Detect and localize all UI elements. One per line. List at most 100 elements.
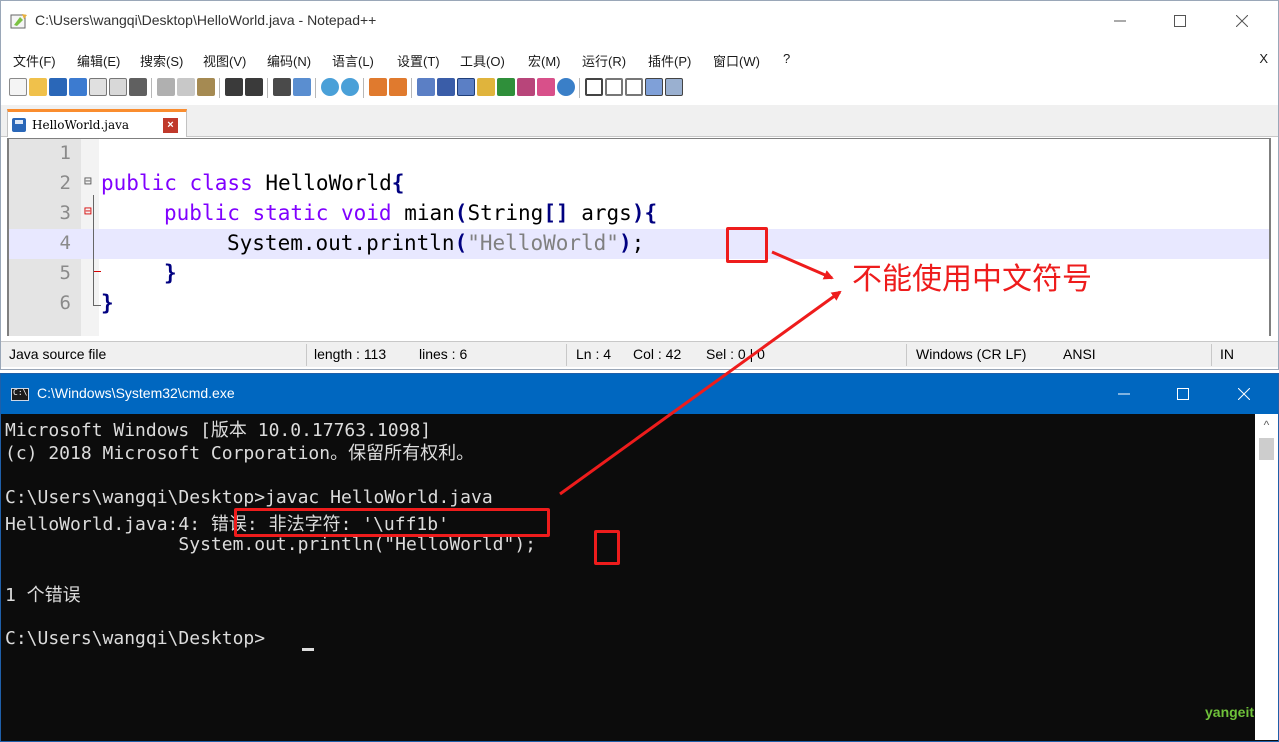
replace-icon[interactable] xyxy=(293,78,311,96)
record-macro-icon[interactable] xyxy=(585,78,603,96)
open-file-icon[interactable] xyxy=(29,78,47,96)
stop-macro-icon[interactable] xyxy=(605,78,623,96)
tab-helloworld-java[interactable]: HelloWorld.java × xyxy=(7,109,187,137)
save-macro-icon[interactable] xyxy=(665,78,683,96)
cmd-close-button[interactable] xyxy=(1215,374,1273,414)
chinese-semicolon: ; xyxy=(631,231,645,255)
toolbar-separator xyxy=(363,78,364,98)
menu-tools[interactable]: 工具(O) xyxy=(460,51,505,70)
line-number: 1 xyxy=(59,142,71,164)
menu-search[interactable]: 搜索(S) xyxy=(140,51,183,70)
sync-horizontal-icon[interactable] xyxy=(389,78,407,96)
play-macro-icon[interactable] xyxy=(625,78,643,96)
copy-icon[interactable] xyxy=(177,78,195,96)
operator: ){ xyxy=(631,201,658,225)
indent-guide-icon[interactable] xyxy=(457,78,475,96)
word-wrap-icon[interactable] xyxy=(417,78,435,96)
monitoring-icon[interactable] xyxy=(557,78,575,96)
notepadpp-titlebar[interactable]: C:\Users\wangqi\Desktop\HelloWorld.java … xyxy=(1,1,1278,41)
cmd-titlebar[interactable]: C:\Windows\System32\cmd.exe xyxy=(1,374,1278,414)
sync-vertical-icon[interactable] xyxy=(369,78,387,96)
code-text: public static void mian(String[] args){ xyxy=(164,201,657,225)
minimize-icon xyxy=(1114,20,1126,22)
status-divider xyxy=(906,344,907,366)
run-macro-multiple-icon[interactable] xyxy=(645,78,663,96)
keyword: public static void xyxy=(164,201,392,225)
status-divider xyxy=(1211,344,1212,366)
close-button[interactable] xyxy=(1213,1,1271,41)
zoom-out-icon[interactable] xyxy=(341,78,359,96)
function-list-icon[interactable] xyxy=(517,78,535,96)
menu-window[interactable]: 窗口(W) xyxy=(713,51,760,70)
console-line: (c) 2018 Microsoft Corporation。保留所有权利。 xyxy=(5,443,475,464)
fold-region-outer-end xyxy=(93,305,101,306)
fold-region-outer-line xyxy=(93,195,94,305)
cmd-minimize-button[interactable] xyxy=(1095,374,1153,414)
scroll-up-arrow-icon[interactable]: ^ xyxy=(1255,414,1278,436)
console-scrollbar[interactable]: ^ xyxy=(1255,414,1278,740)
status-eol: Windows (CR LF) xyxy=(916,346,1027,362)
line-number: 3 xyxy=(59,202,71,224)
zoom-in-icon[interactable] xyxy=(321,78,339,96)
menu-settings[interactable]: 设置(T) xyxy=(397,51,440,70)
close-file-icon[interactable] xyxy=(89,78,107,96)
toolbar-separator xyxy=(219,78,220,98)
document-map-icon[interactable] xyxy=(497,78,515,96)
menu-view[interactable]: 视图(V) xyxy=(203,51,246,70)
scroll-thumb[interactable] xyxy=(1259,438,1274,460)
toolbar xyxy=(5,74,1275,102)
maximize-icon xyxy=(1174,15,1186,27)
code-text: } xyxy=(101,291,114,315)
tab-bar: HelloWorld.java × xyxy=(1,105,1278,137)
menu-run[interactable]: 运行(R) xyxy=(582,51,626,70)
highlight-box-editor-semicolon xyxy=(726,227,768,263)
fold-toggle-icon[interactable]: ⊟ xyxy=(84,174,92,189)
operator: ( xyxy=(454,201,468,225)
menu-help[interactable]: ? xyxy=(783,51,790,66)
toolbar-separator xyxy=(579,78,580,98)
status-line: Ln : 4 xyxy=(576,346,612,362)
status-column: Col : 42 xyxy=(633,346,682,362)
menu-macro[interactable]: 宏(M) xyxy=(528,51,561,70)
close-document-button[interactable]: X xyxy=(1259,51,1268,66)
user-language-icon[interactable] xyxy=(477,78,495,96)
minimize-button[interactable] xyxy=(1091,1,1149,41)
menu-file[interactable]: 文件(F) xyxy=(13,51,56,70)
identifier: String xyxy=(467,201,544,225)
string-literal: "HelloWorld" xyxy=(467,231,619,255)
highlight-box-console-semicolon xyxy=(594,530,620,565)
console-line: 1 个错误 xyxy=(5,585,81,606)
annotation-text: 不能使用中文符号 xyxy=(852,262,1092,297)
fold-toggle-icon[interactable]: ⊟ xyxy=(84,204,92,219)
line-number: 5 xyxy=(59,262,71,284)
minimize-icon xyxy=(1118,393,1130,395)
menu-plugins[interactable]: 插件(P) xyxy=(648,51,691,70)
menu-language[interactable]: 语言(L) xyxy=(332,51,374,70)
find-icon[interactable] xyxy=(273,78,291,96)
save-icon[interactable] xyxy=(49,78,67,96)
code-text: System.out.println("HelloWorld"); xyxy=(227,231,644,255)
close-all-icon[interactable] xyxy=(109,78,127,96)
save-all-icon[interactable] xyxy=(69,78,87,96)
cut-icon[interactable] xyxy=(157,78,175,96)
status-bar: Java source file length : 113 lines : 6 … xyxy=(1,341,1278,367)
menu-encoding[interactable]: 编码(N) xyxy=(267,51,311,70)
status-encoding: ANSI xyxy=(1063,346,1096,362)
show-all-characters-icon[interactable] xyxy=(437,78,455,96)
code-line-2: 2 ⊟ public class HelloWorld{ xyxy=(9,169,1269,199)
folder-workspace-icon[interactable] xyxy=(537,78,555,96)
console-output[interactable]: Microsoft Windows [版本 10.0.17763.1098] (… xyxy=(5,414,1255,740)
paste-icon[interactable] xyxy=(197,78,215,96)
new-file-icon[interactable] xyxy=(9,78,27,96)
tab-close-icon[interactable]: × xyxy=(163,118,178,133)
saved-file-icon xyxy=(12,118,26,132)
line-number: 6 xyxy=(59,292,71,314)
cmd-maximize-button[interactable] xyxy=(1154,374,1212,414)
menu-edit[interactable]: 编辑(E) xyxy=(77,51,120,70)
undo-icon[interactable] xyxy=(225,78,243,96)
redo-icon[interactable] xyxy=(245,78,263,96)
print-icon[interactable] xyxy=(129,78,147,96)
code-editor[interactable]: 1 2 ⊟ public class HelloWorld{ 3 ⊟ publi… xyxy=(7,138,1271,336)
cmd-window-title: C:\Windows\System32\cmd.exe xyxy=(37,385,235,401)
maximize-button[interactable] xyxy=(1151,1,1209,41)
